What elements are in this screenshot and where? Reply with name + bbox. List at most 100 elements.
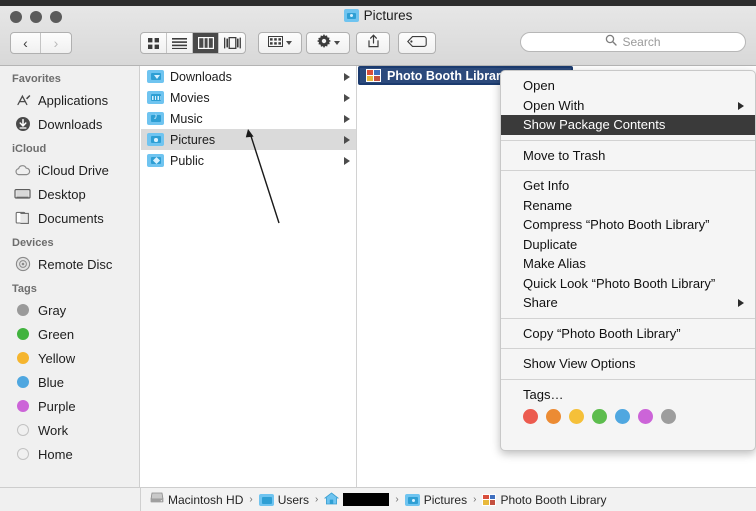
column-view-button[interactable] <box>193 33 219 53</box>
search-icon <box>605 33 618 51</box>
menu-item-make-alias[interactable]: Make Alias <box>501 254 755 274</box>
downloads-icon <box>14 116 31 133</box>
chevron-right-icon[interactable] <box>344 157 350 165</box>
redacted-username <box>343 493 390 506</box>
sidebar-section-devices: Devices <box>12 237 54 249</box>
window-title-text: Pictures <box>363 8 413 23</box>
menu-item-get-info[interactable]: Get Info <box>501 176 755 196</box>
path-bar: Macintosh HD › Users › › Pictures › Phot… <box>141 487 756 511</box>
list-item[interactable]: Downloads <box>141 66 356 87</box>
list-item[interactable]: Movies <box>141 87 356 108</box>
breadcrumb-home-redacted[interactable] <box>324 491 390 508</box>
menu-item-copy[interactable]: Copy “Photo Booth Library” <box>501 324 755 344</box>
tag-swatch-blue[interactable] <box>615 409 630 424</box>
menu-item-share[interactable]: Share <box>501 293 755 313</box>
users-folder-icon <box>258 493 274 506</box>
list-item[interactable]: Public <box>141 150 356 171</box>
sidebar-item-tag-purple[interactable]: Purple <box>0 394 139 418</box>
menu-separator <box>501 378 755 380</box>
tag-button[interactable] <box>398 32 436 54</box>
sidebar-item-applications[interactable]: Applications <box>0 88 139 112</box>
tag-swatch-gray[interactable] <box>661 409 676 424</box>
home-folder-icon <box>324 491 340 508</box>
menu-separator <box>501 317 755 319</box>
list-item-pictures[interactable]: Pictures <box>141 129 356 150</box>
breadcrumb-pictures[interactable]: Pictures <box>404 492 468 507</box>
chevron-down-icon <box>333 41 340 45</box>
sidebar-item-icloud-drive[interactable]: iCloud Drive <box>0 158 139 182</box>
sidebar-item-tag-blue[interactable]: Blue <box>0 370 139 394</box>
menu-item-tags[interactable]: Tags… <box>501 385 755 405</box>
sidebar-section-tags: Tags <box>12 283 37 295</box>
sidebar-item-label: Work <box>38 422 69 438</box>
menu-item-quick-look[interactable]: Quick Look “Photo Booth Library” <box>501 274 755 294</box>
breadcrumb-users[interactable]: Users <box>258 493 309 507</box>
tag-icon <box>407 34 427 52</box>
public-folder-icon <box>147 154 164 167</box>
tag-swatch-orange[interactable] <box>546 409 561 424</box>
applications-icon <box>14 92 31 109</box>
sidebar-item-label: Purple <box>38 398 76 414</box>
menu-item-compress[interactable]: Compress “Photo Booth Library” <box>501 215 755 235</box>
menu-separator <box>501 139 755 141</box>
sidebar-item-desktop[interactable]: Desktop <box>0 182 139 206</box>
search-input[interactable]: Search <box>520 32 746 52</box>
sidebar-item-tag-work[interactable]: Work <box>0 418 139 442</box>
tag-swatch-purple[interactable] <box>638 409 653 424</box>
sidebar-item-tag-gray[interactable]: Gray <box>0 298 139 322</box>
breadcrumb-separator: › <box>395 494 399 505</box>
context-menu: Open Open With Show Package Contents Mov… <box>500 70 756 451</box>
tag-swatch-yellow[interactable] <box>569 409 584 424</box>
sidebar-item-tag-green[interactable]: Green <box>0 322 139 346</box>
breadcrumb-separator: › <box>315 494 319 505</box>
file-column-first: Downloads Movies Music Pictures Public <box>141 66 357 487</box>
breadcrumb-label: Pictures <box>423 492 468 507</box>
sidebar-item-label: Remote Disc <box>38 256 113 272</box>
menu-item-show-package-contents[interactable]: Show Package Contents <box>501 115 755 135</box>
menu-item-rename[interactable]: Rename <box>501 196 755 216</box>
chevron-right-icon[interactable] <box>344 73 350 81</box>
menu-item-open-with[interactable]: Open With <box>501 96 755 116</box>
tag-dot-icon <box>14 326 31 343</box>
chevron-right-icon[interactable] <box>344 115 350 123</box>
pictures-folder-icon <box>404 493 420 506</box>
sidebar-item-label: Green <box>38 326 75 342</box>
sidebar-item-label: iCloud Drive <box>38 162 109 178</box>
tag-swatch-green[interactable] <box>592 409 607 424</box>
sidebar-item-label: Blue <box>38 374 65 390</box>
action-button[interactable] <box>306 32 350 54</box>
share-button[interactable] <box>356 32 390 54</box>
sidebar-item-label: Desktop <box>38 186 86 202</box>
list-item[interactable]: Music <box>141 108 356 129</box>
menu-item-move-to-trash[interactable]: Move to Trash <box>501 146 755 166</box>
list-item-label: Movies <box>170 90 210 105</box>
chevron-right-icon[interactable] <box>344 94 350 102</box>
list-view-button[interactable] <box>167 33 193 53</box>
sidebar-item-downloads[interactable]: Downloads <box>0 112 139 136</box>
tag-swatch-red[interactable] <box>523 409 538 424</box>
menu-item-open[interactable]: Open <box>501 76 755 96</box>
sidebar-item-tag-yellow[interactable]: Yellow <box>0 346 139 370</box>
sidebar-item-remote-disc[interactable]: Remote Disc <box>0 252 139 276</box>
forward-button[interactable]: › <box>41 33 71 53</box>
chevron-right-icon[interactable] <box>344 136 350 144</box>
sidebar-item-tag-home[interactable]: Home <box>0 442 139 466</box>
screen-top-strip <box>0 0 756 6</box>
sidebar-item-documents[interactable]: Documents <box>0 206 139 230</box>
navigation-buttons: ‹ › <box>10 32 72 54</box>
breadcrumb-photo-booth-library[interactable]: Photo Booth Library <box>482 493 607 507</box>
arrange-button[interactable] <box>258 32 302 54</box>
list-item-label: Pictures <box>170 132 216 147</box>
tag-color-swatches <box>501 404 755 424</box>
menu-item-show-view-options[interactable]: Show View Options <box>501 354 755 374</box>
sidebar-item-label: Downloads <box>38 116 103 132</box>
tag-dot-icon <box>14 422 31 439</box>
arrange-icon <box>268 34 283 52</box>
gear-icon <box>316 33 331 53</box>
icon-view-button[interactable] <box>141 33 167 53</box>
gallery-view-button[interactable] <box>219 33 245 53</box>
tag-dot-icon <box>14 398 31 415</box>
breadcrumb-macintosh-hd[interactable]: Macintosh HD <box>150 492 243 507</box>
back-button[interactable]: ‹ <box>11 33 42 53</box>
menu-item-duplicate[interactable]: Duplicate <box>501 235 755 255</box>
